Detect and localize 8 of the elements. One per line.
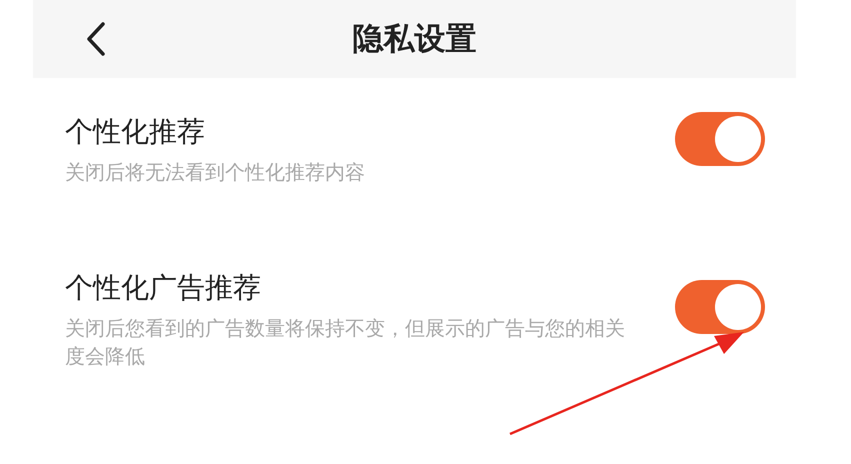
setting-title: 个性化广告推荐 (65, 270, 262, 306)
page-title: 隐私设置 (352, 20, 478, 59)
setting-description: 关闭后将无法看到个性化推荐内容 (65, 159, 366, 186)
back-icon (86, 22, 106, 56)
setting-description: 关闭后您看到的广告数量将保持不变，但展示的广告与您的相关度会降低 (65, 315, 626, 370)
toggle-switch[interactable] (675, 280, 765, 334)
setting-title: 个性化推荐 (65, 114, 206, 150)
toggle-switch[interactable] (675, 112, 765, 166)
